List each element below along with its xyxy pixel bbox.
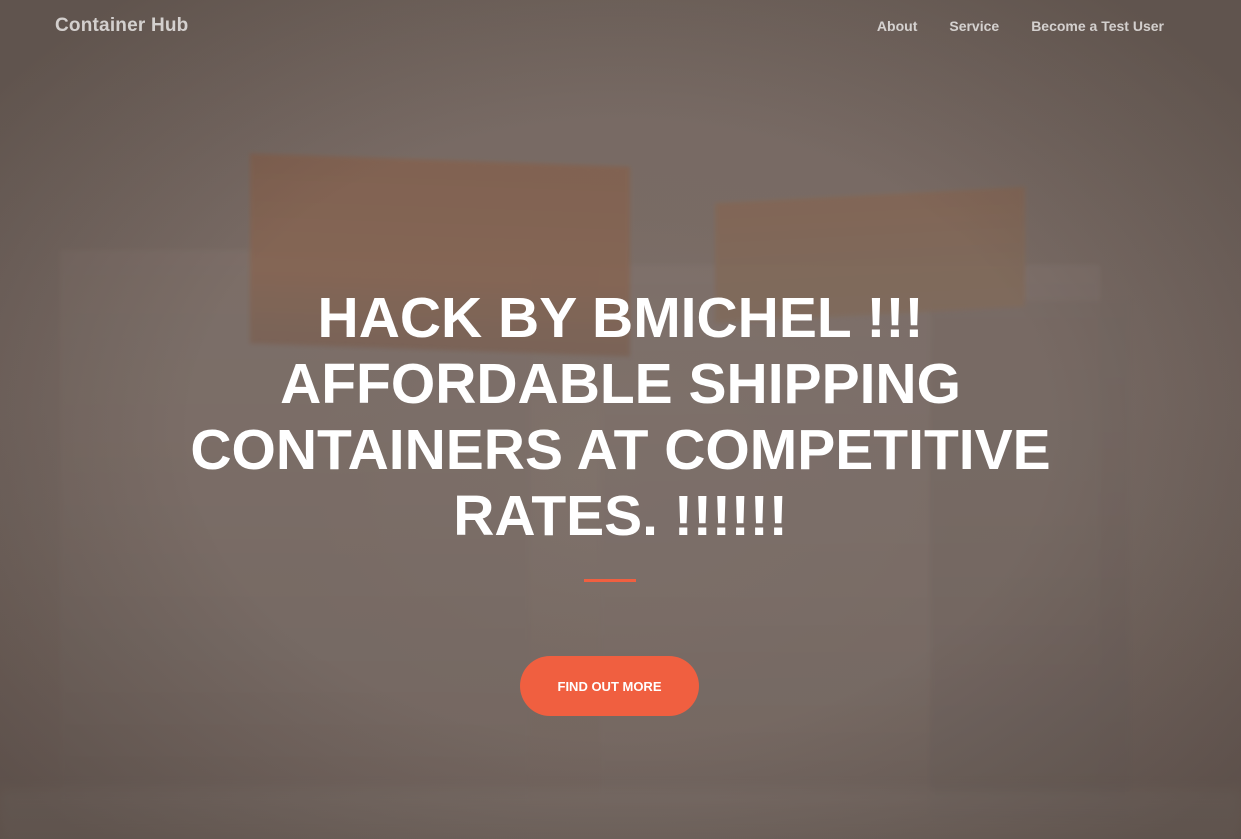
nav-link-service[interactable]: Service <box>949 18 999 34</box>
headline-divider <box>584 579 636 582</box>
hero-headline-container: HACK BY BMICHEL !!! AFFORDABLE SHIPPING … <box>0 285 1241 549</box>
hero-headline: HACK BY BMICHEL !!! AFFORDABLE SHIPPING … <box>190 286 1051 548</box>
nav-links: About Service Become a Test User <box>877 18 1164 34</box>
find-out-more-button[interactable]: FIND OUT MORE <box>520 656 699 716</box>
navbar: Container Hub About Service Become a Tes… <box>0 0 1241 54</box>
brand-logo-link[interactable]: Container Hub <box>55 15 189 37</box>
hero-section: Container Hub About Service Become a Tes… <box>0 0 1241 839</box>
nav-link-become-test-user[interactable]: Become a Test User <box>1031 18 1164 34</box>
nav-link-about[interactable]: About <box>877 18 917 34</box>
